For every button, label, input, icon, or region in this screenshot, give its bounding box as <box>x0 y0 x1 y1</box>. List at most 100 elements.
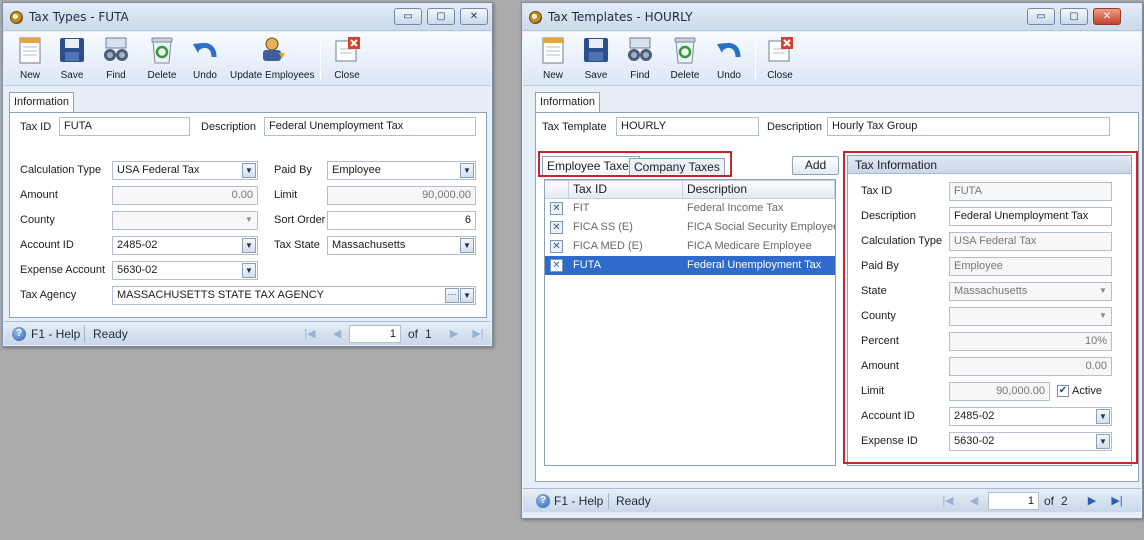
maximize-button[interactable]: ▢ <box>1060 8 1088 25</box>
expense-account-select[interactable]: 5630-02 ▼ <box>112 261 258 280</box>
remove-row-icon[interactable]: ✕ <box>550 202 563 215</box>
chevron-down-icon[interactable]: ▼ <box>242 263 256 278</box>
description-label: Description <box>767 121 823 133</box>
toolbar-separator <box>320 36 321 80</box>
save-button[interactable]: Save <box>54 32 90 86</box>
paid-by-select[interactable]: Employee ▼ <box>327 161 476 180</box>
find-button[interactable]: Find <box>622 32 658 86</box>
grid-header-description[interactable]: Description <box>683 180 835 199</box>
page-of-label: of <box>1044 494 1055 508</box>
tax-id-field[interactable]: FUTA <box>59 117 190 136</box>
tab-information[interactable]: Information <box>535 92 601 113</box>
close-button[interactable]: Close <box>328 32 366 86</box>
chevron-down-icon[interactable]: ▼ <box>242 163 256 178</box>
information-panel: Tax Template HOURLY Description Hourly T… <box>535 112 1139 482</box>
table-row[interactable]: ✕ FICA SS (E) FICA Social Security Emplo… <box>545 218 835 237</box>
minimize-button[interactable]: ▭ <box>394 8 422 25</box>
chevron-down-icon[interactable]: ▼ <box>460 163 474 178</box>
next-page-icon[interactable]: ▶ <box>446 326 462 342</box>
previous-page-icon[interactable]: ◀ <box>329 326 345 342</box>
close-form-icon <box>768 37 793 62</box>
paid-by-label: Paid By <box>274 164 312 176</box>
help-label[interactable]: F1 - Help <box>31 327 80 341</box>
limit-field[interactable]: 90,000.00 <box>327 186 476 205</box>
status-text: Ready <box>616 494 651 508</box>
chevron-down-icon[interactable]: ▼ <box>242 238 256 253</box>
account-id-select[interactable]: 2485-02 ▼ <box>112 236 258 255</box>
first-page-icon[interactable]: |◀ <box>302 326 318 342</box>
calculation-type-select[interactable]: USA Federal Tax ▼ <box>112 161 258 180</box>
page-total: 1 <box>425 327 432 341</box>
page-of-label: of <box>408 327 419 341</box>
delete-button[interactable]: Delete <box>143 32 181 86</box>
previous-page-icon[interactable]: ◀ <box>966 493 982 509</box>
page-number-input[interactable]: 1 <box>349 325 401 343</box>
window-title: Tax Types - FUTA <box>29 10 129 24</box>
county-select[interactable]: ▼ <box>112 211 258 230</box>
chevron-down-icon[interactable]: ▼ <box>460 238 474 253</box>
table-row-selected[interactable]: ✕ FUTA Federal Unemployment Tax <box>545 256 835 275</box>
tax-agency-select[interactable]: MASSACHUSETTS STATE TAX AGENCY ··· ▼ <box>112 286 476 305</box>
sort-order-label: Sort Order <box>274 214 326 226</box>
chevron-down-icon[interactable]: ▼ <box>242 213 256 228</box>
limit-label: Limit <box>274 189 298 201</box>
table-row[interactable]: ✕ FICA MED (E) FICA Medicare Employee <box>545 237 835 256</box>
grid-header-tax-id[interactable]: Tax ID <box>569 180 683 199</box>
add-button[interactable]: Add <box>792 156 839 175</box>
account-id-label: Account ID <box>20 239 74 251</box>
page-number-input[interactable]: 1 <box>988 492 1039 510</box>
save-icon <box>60 38 84 62</box>
status-text: Ready <box>93 327 128 341</box>
undo-button[interactable]: Undo <box>711 32 747 86</box>
browse-ellipsis-button[interactable]: ··· <box>445 288 459 303</box>
help-icon[interactable]: ? <box>536 494 550 508</box>
status-bar: ? F1 - Help Ready |◀ ◀ 1 of 1 ▶ ▶| <box>4 321 491 345</box>
update-employees-button[interactable]: Update Employees <box>230 32 315 86</box>
status-separator <box>84 326 85 342</box>
undo-icon <box>717 42 741 58</box>
app-icon <box>10 11 23 24</box>
close-button[interactable]: Close <box>761 32 799 86</box>
description-label: Description <box>201 121 257 133</box>
window-title: Tax Templates - HOURLY <box>548 10 693 24</box>
tab-information[interactable]: Information <box>9 92 75 113</box>
amount-field[interactable]: 0.00 <box>112 186 258 205</box>
sort-order-field[interactable]: 6 <box>327 211 476 230</box>
chevron-down-icon[interactable]: ▼ <box>460 288 474 303</box>
description-field[interactable]: Federal Unemployment Tax <box>264 117 476 136</box>
last-page-icon[interactable]: ▶| <box>470 326 486 342</box>
new-button[interactable]: New <box>535 32 571 86</box>
last-page-icon[interactable]: ▶| <box>1109 493 1125 509</box>
information-panel: Tax ID FUTA Description Federal Unemploy… <box>9 112 487 318</box>
maximize-button[interactable]: ▢ <box>427 8 455 25</box>
page-total: 2 <box>1061 494 1068 508</box>
save-button[interactable]: Save <box>578 32 614 86</box>
table-row[interactable]: ✕ FIT Federal Income Tax <box>545 199 835 218</box>
description-field[interactable]: Hourly Tax Group <box>827 117 1110 136</box>
toolbar: New Save Find Delete Undo Close <box>523 32 1141 86</box>
close-window-button[interactable]: ✕ <box>1093 8 1121 25</box>
new-button[interactable]: New <box>12 32 48 86</box>
help-label[interactable]: F1 - Help <box>554 494 603 508</box>
calculation-type-label: Calculation Type <box>20 164 102 176</box>
find-button[interactable]: Find <box>98 32 134 86</box>
title-bar[interactable]: Tax Types - FUTA ▭ ▢ ✕ <box>3 3 492 31</box>
close-form-icon <box>335 37 360 62</box>
undo-button[interactable]: Undo <box>187 32 223 86</box>
tax-types-window: Tax Types - FUTA ▭ ▢ ✕ New Save Find Del… <box>2 2 493 347</box>
first-page-icon[interactable]: |◀ <box>940 493 956 509</box>
tax-id-label: Tax ID <box>20 121 52 133</box>
tax-template-field[interactable]: HOURLY <box>616 117 759 136</box>
close-window-button[interactable]: ✕ <box>460 8 488 25</box>
minimize-button[interactable]: ▭ <box>1027 8 1055 25</box>
remove-row-icon[interactable]: ✕ <box>550 221 563 234</box>
next-page-icon[interactable]: ▶ <box>1084 493 1100 509</box>
remove-row-icon[interactable]: ✕ <box>550 240 563 253</box>
remove-row-icon[interactable]: ✕ <box>550 259 563 272</box>
tax-state-label: Tax State <box>274 239 320 251</box>
new-document-icon <box>542 37 564 64</box>
delete-button[interactable]: Delete <box>666 32 704 86</box>
help-icon[interactable]: ? <box>12 327 26 341</box>
tax-state-select[interactable]: Massachusetts ▼ <box>327 236 476 255</box>
title-bar[interactable]: Tax Templates - HOURLY ▭ ▢ ✕ <box>522 3 1142 31</box>
